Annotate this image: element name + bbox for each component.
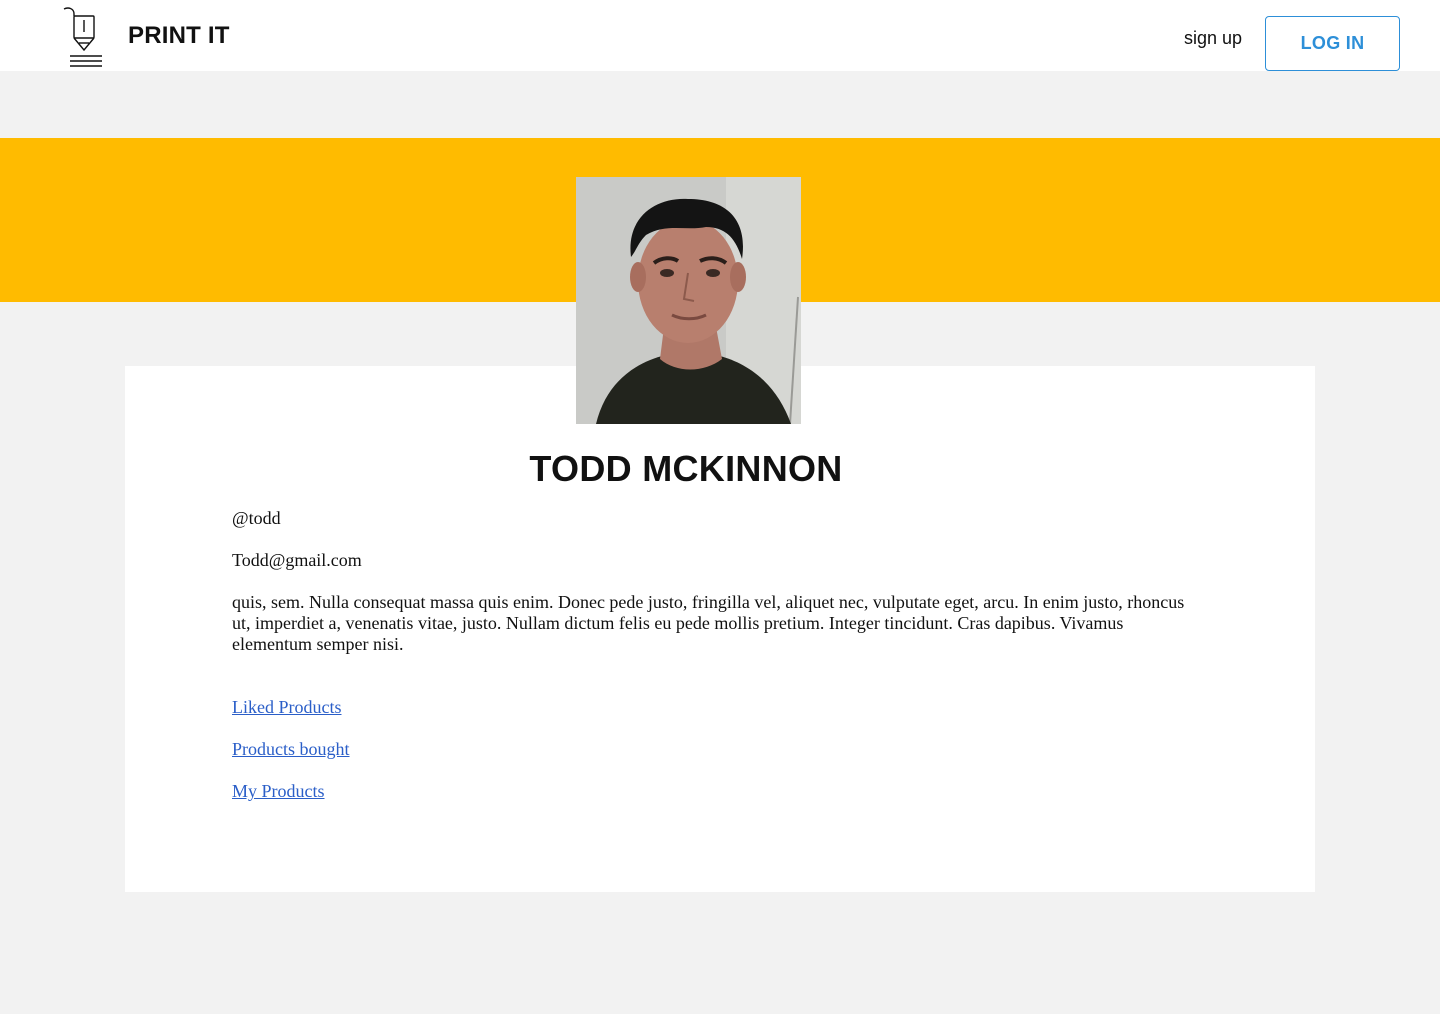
profile-bio: quis, sem. Nulla consequat massa quis en… [232,592,1185,654]
3d-printer-nozzle-icon[interactable] [60,6,106,68]
signup-link[interactable]: sign up [1184,28,1242,49]
profile-email: Todd@gmail.com [232,550,362,570]
login-button[interactable]: LOG IN [1265,16,1400,71]
profile-handle: @todd [232,508,281,528]
profile-photo [576,177,801,424]
liked-products-link[interactable]: Liked Products [232,697,342,718]
profile-name: TODD MCKINNON [529,448,843,489]
products-bought-link[interactable]: Products bought [232,739,350,760]
brand-name[interactable]: PRINT IT [128,22,230,50]
navbar: PRINT IT sign up LOG IN [0,0,1440,71]
my-products-link[interactable]: My Products [232,781,325,802]
